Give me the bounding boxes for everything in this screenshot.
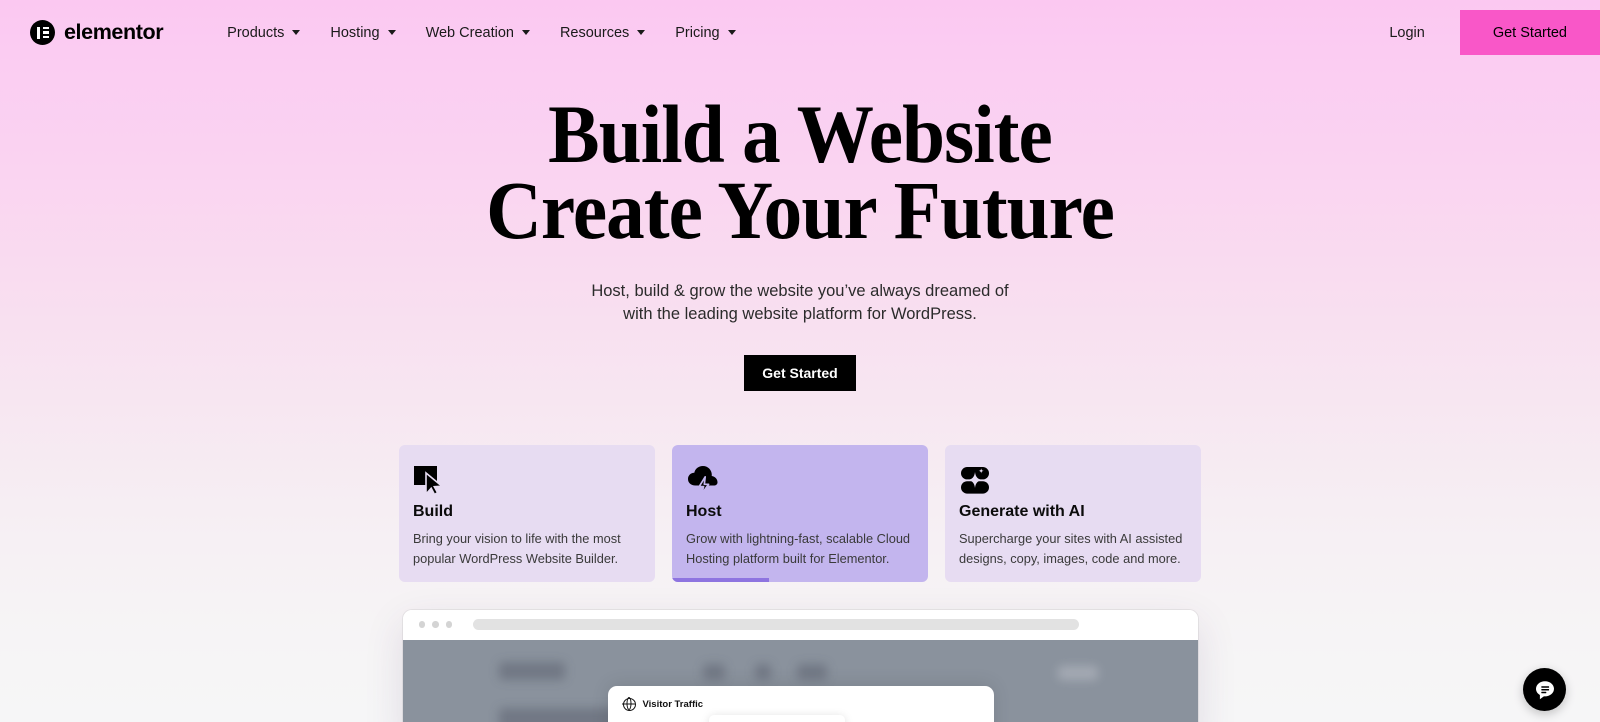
card-desc-line-1: Supercharge your sites with AI assisted [959,530,1183,546]
nav-item-pricing[interactable]: Pricing [661,17,749,49]
hero-section: Build a Website Create Your Future Host,… [0,65,1600,391]
window-close-dot-icon [418,621,425,628]
login-link[interactable]: Login [1354,25,1459,41]
logo-text: elementor [64,20,164,44]
hero-get-started-button[interactable]: Get Started [744,354,856,391]
chevron-down-icon [521,30,530,35]
cursor-square-icon [413,464,639,496]
feature-card-generate-with-ai[interactable]: Generate with AI Supercharge your sites … [945,444,1201,582]
ai-sparkle-icon [959,464,1185,496]
card-desc-line-2: Hosting platform built for Elementor. [686,550,890,566]
cloud-lightning-icon [686,464,912,496]
chevron-down-icon [637,30,646,35]
nav-label: Web Creation [425,24,514,41]
chat-bubble-icon [1535,680,1554,699]
globe-icon [622,697,636,711]
card-description: Bring your vision to life with the most … [413,529,639,569]
card-desc-line-1: Bring your vision to life with the most [413,530,621,546]
window-maximize-dot-icon [445,621,452,628]
header-get-started-button[interactable]: Get Started [1459,10,1600,55]
nav-item-web-creation[interactable]: Web Creation [412,17,544,49]
blurred-content-block [498,661,565,680]
card-title: Generate with AI [959,502,1085,520]
feature-card-build[interactable]: Build Bring your vision to life with the… [399,444,655,582]
card-desc-line-1: Grow with lightning-fast, scalable Cloud [686,530,911,546]
chart-tooltip: August 15 2024 [708,714,845,722]
nav-item-hosting[interactable]: Hosting [316,17,409,49]
browser-url-bar[interactable] [473,619,1079,631]
window-minimize-dot-icon [432,621,439,628]
hero-title-line-2: Create Your Future [486,164,1115,257]
nav-label: Pricing [675,24,720,41]
browser-page-content: Visitor Traffic August 15 2024 [402,639,1198,722]
card-desc-line-2: designs, copy, images, code and more. [959,550,1181,566]
nav-label: Products [227,24,285,41]
blurred-content-block [498,707,617,722]
hero-subtitle: Host, build & grow the website you’ve al… [0,280,1600,327]
nav-item-products[interactable]: Products [213,17,314,49]
elementor-logo[interactable]: elementor [30,20,164,45]
blurred-content-block [1057,665,1098,680]
logo-bars [42,26,49,39]
browser-chrome-bar [402,609,1198,640]
blurred-content-block [754,663,771,680]
header-actions: Login Get Started [1354,10,1600,55]
chevron-down-icon [387,30,396,35]
card-description: Grow with lightning-fast, scalable Cloud… [686,529,912,569]
elementor-logo-icon [30,20,55,45]
browser-mockup: Visitor Traffic August 15 2024 [402,609,1198,722]
card-title: Build [413,502,453,520]
hero-title-line-1: Build a Website [548,88,1053,180]
visitor-traffic-header: Visitor Traffic [622,697,994,711]
card-progress-fill [672,577,770,582]
feature-card-host[interactable]: Host Grow with lightning-fast, scalable … [672,444,928,582]
blurred-content-block [796,663,827,680]
blurred-content-block [702,663,725,680]
card-progress-bar [672,577,928,582]
visitor-traffic-card: Visitor Traffic August 15 2024 [607,685,994,722]
feature-cards: Build Bring your vision to life with the… [0,444,1600,582]
chevron-down-icon [727,30,736,35]
chevron-down-icon [292,30,301,35]
main-navigation: Products Hosting Web Creation Resources … [213,17,749,49]
nav-label: Hosting [330,24,380,41]
hero-subtitle-line-2: with the leading website platform for Wo… [623,305,977,324]
nav-label: Resources [559,24,630,41]
card-desc-line-2: popular WordPress Website Builder. [413,550,619,566]
visitor-traffic-title: Visitor Traffic [642,698,704,710]
card-description: Supercharge your sites with AI assisted … [959,529,1185,569]
nav-item-resources[interactable]: Resources [546,17,659,49]
hero-subtitle-line-1: Host, build & grow the website you’ve al… [591,281,1009,300]
page-title: Build a Website Create Your Future [56,88,1544,257]
card-title: Host [686,502,722,520]
chat-widget-button[interactable] [1523,668,1566,711]
site-header: elementor Products Hosting Web Creation … [0,0,1600,65]
